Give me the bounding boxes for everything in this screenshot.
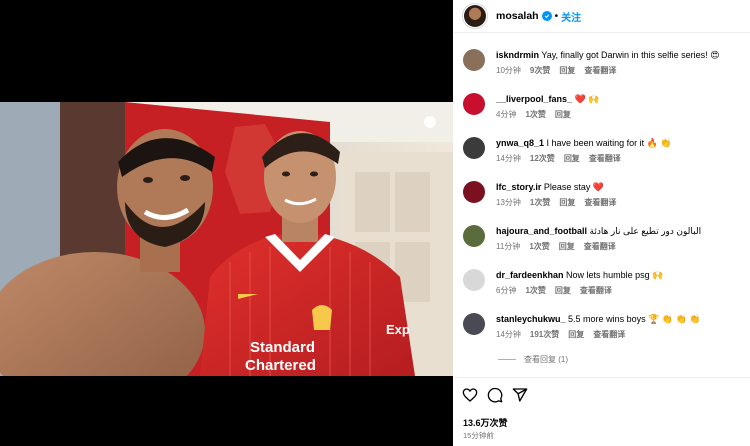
comment-time: 13分钟 (496, 198, 521, 207)
commenter-username[interactable]: iskndrmin (496, 50, 539, 60)
follow-button[interactable]: 关注 (561, 9, 581, 24)
comment-text: البالون دور تطيع على نار هادئة (589, 226, 702, 236)
comment-text: I have been waiting for it (546, 138, 645, 148)
comment-text: 5.5 more wins boys (568, 314, 646, 324)
verified-badge-icon (541, 11, 552, 21)
comment-item: hajoura_and_football البالون دور تطيع عل… (463, 225, 701, 252)
translate-button[interactable]: 查看翻译 (584, 242, 616, 251)
commenter-avatar[interactable] (463, 181, 485, 203)
instagram-post: Standard Chartered Exp mosalah • 关注 iskn… (0, 0, 750, 446)
comment-emoji: ❤️ 🙌 (574, 94, 600, 104)
comment-item: dr_fardeenkhan Now lets humble psg 🙌 6分钟… (463, 269, 663, 296)
comment-text: Yay, finally got Darwin in this selfie s… (541, 50, 708, 60)
side-panel: mosalah • 关注 iskndrmin Yay, finally got … (453, 0, 750, 446)
post-header: mosalah • 关注 (453, 0, 750, 33)
comment-likes[interactable]: 191次赞 (530, 330, 559, 339)
selfie-photo[interactable]: Standard Chartered Exp (0, 102, 453, 376)
comment-emoji: 🔥 👏 (646, 138, 672, 148)
comment-likes[interactable]: 9次赞 (530, 66, 550, 75)
commenter-username[interactable]: lfc_story.ir (496, 182, 541, 192)
author-username[interactable]: mosalah (496, 10, 539, 22)
reply-button[interactable]: 回复 (555, 286, 571, 295)
comments-list: iskndrmin Yay, finally got Darwin in thi… (453, 40, 750, 370)
reply-line-divider (498, 359, 516, 360)
reply-button[interactable]: 回复 (555, 110, 571, 119)
heart-icon[interactable] (462, 387, 478, 403)
commenter-avatar[interactable] (463, 49, 485, 71)
translate-button[interactable]: 查看翻译 (584, 198, 616, 207)
reply-button[interactable]: 回复 (568, 330, 584, 339)
comment-time: 11分钟 (496, 242, 521, 251)
comment-icon[interactable] (487, 387, 503, 403)
reply-button[interactable]: 回复 (559, 198, 575, 207)
svg-text:Chartered: Chartered (245, 357, 316, 374)
likes-count[interactable]: 13.6万次赞 (463, 416, 508, 429)
reply-button[interactable]: 回复 (559, 66, 575, 75)
commenter-username[interactable]: stanleychukwu_ (496, 314, 566, 324)
commenter-username[interactable]: hajoura_and_football (496, 226, 587, 236)
comment-time: 4分钟 (496, 110, 517, 119)
commenter-avatar[interactable] (463, 225, 485, 247)
comment-text: Now lets humble psg (566, 270, 650, 280)
author-avatar-image (464, 5, 486, 27)
commenter-username[interactable]: __liverpool_fans_ (496, 94, 572, 104)
reply-button[interactable]: 回复 (559, 242, 575, 251)
translate-button[interactable]: 查看翻译 (589, 154, 621, 163)
comment-emoji: ❤️ (592, 182, 605, 192)
commenter-username[interactable]: dr_fardeenkhan (496, 270, 564, 280)
view-replies-label: 查看回复 (1) (524, 355, 568, 364)
translate-button[interactable]: 查看翻译 (580, 286, 612, 295)
comment-text: Please stay (543, 182, 591, 192)
post-timestamp: 15分钟前 (463, 431, 494, 440)
comment-item: __liverpool_fans_ ❤️ 🙌 4分钟 1次赞 回复 (463, 93, 599, 120)
comment-time: 14分钟 (496, 330, 521, 339)
author-avatar[interactable] (462, 3, 488, 29)
post-media: Standard Chartered Exp (0, 0, 453, 446)
comment-likes[interactable]: 1次赞 (529, 242, 549, 251)
commenter-avatar[interactable] (463, 313, 485, 335)
share-icon[interactable] (512, 387, 528, 403)
comment-emoji: 🏆 👏 👏 👏 (648, 314, 701, 324)
comment-likes[interactable]: 1次赞 (530, 198, 550, 207)
separator-dot: • (554, 10, 559, 22)
reply-button[interactable]: 回复 (564, 154, 580, 163)
comment-time: 6分钟 (496, 286, 517, 295)
svg-text:Standard: Standard (250, 339, 315, 356)
comment-item: lfc_story.ir Please stay ❤️ 13分钟 1次赞 回复 查看翻… (463, 181, 625, 208)
translate-button[interactable]: 查看翻译 (593, 330, 625, 339)
post-actions-bar: 13.6万次赞 15分钟前 (453, 377, 750, 440)
translate-button[interactable]: 查看翻译 (584, 66, 616, 75)
comment-item: ynwa_q8_1 I have been waiting for it 🔥 👏… (463, 137, 672, 164)
commenter-avatar[interactable] (463, 269, 485, 291)
commenter-avatar[interactable] (463, 137, 485, 159)
comment-likes[interactable]: 1次赞 (525, 110, 545, 119)
comment-emoji: 😍 (710, 50, 720, 60)
comment-likes[interactable]: 12次赞 (530, 154, 555, 163)
comment-time: 14分钟 (496, 154, 521, 163)
comment-time: 10分钟 (496, 66, 521, 75)
comment-likes[interactable]: 1次赞 (525, 286, 545, 295)
view-replies-button[interactable]: 查看回复 (1) (498, 354, 568, 365)
commenter-username[interactable]: ynwa_q8_1 (496, 138, 544, 148)
comment-item: iskndrmin Yay, finally got Darwin in thi… (463, 49, 720, 76)
comment-emoji: 🙌 (652, 270, 664, 280)
svg-text:Exp: Exp (386, 322, 410, 337)
comment-item: stanleychukwu_ 5.5 more wins boys 🏆 👏 👏 … (463, 313, 700, 340)
commenter-avatar[interactable] (463, 93, 485, 115)
